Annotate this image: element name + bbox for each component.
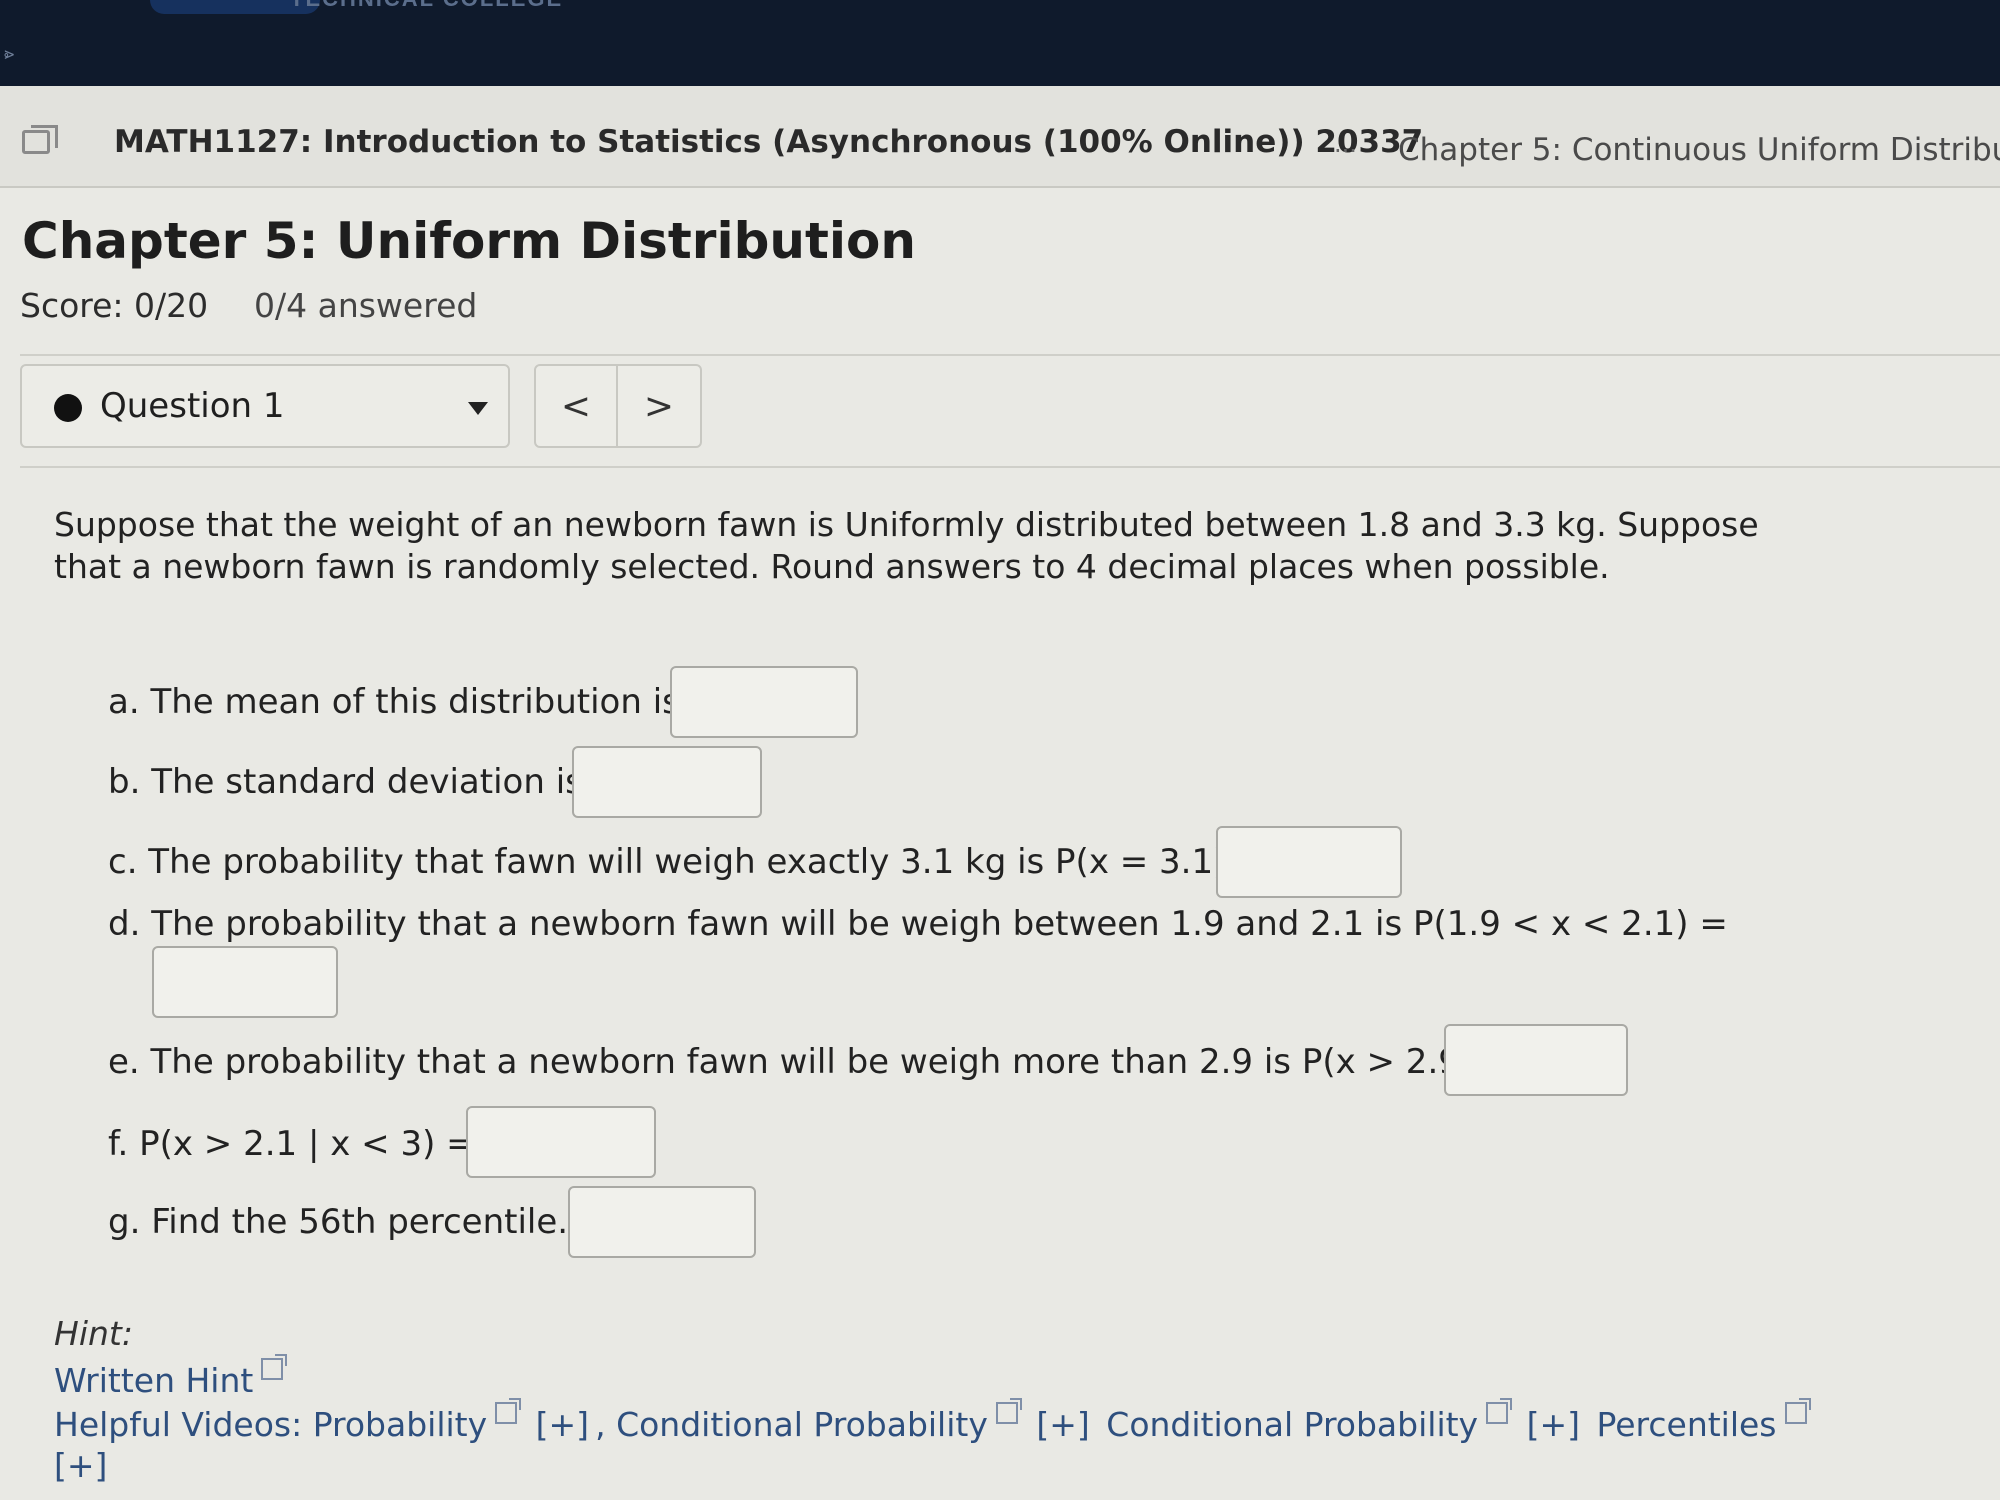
video-link-conditional-probability-2[interactable]: Conditional Probability: [1106, 1405, 1478, 1444]
caret-down-icon: [468, 402, 488, 415]
page-title: Chapter 5: Uniform Distribution: [22, 212, 916, 270]
answer-input-g[interactable]: [568, 1186, 756, 1258]
video-link-percentiles[interactable]: Percentiles: [1597, 1405, 1777, 1444]
comma: ,: [595, 1405, 606, 1444]
external-link-icon: [1486, 1398, 1513, 1424]
part-e-label: e. The probability that a newborn fawn w…: [108, 1042, 1513, 1082]
external-link-icon: [1784, 1398, 1811, 1424]
answer-input-e[interactable]: [1444, 1024, 1628, 1096]
answer-input-c[interactable]: [1216, 826, 1402, 898]
previous-question-button[interactable]: <: [534, 364, 618, 448]
written-hint-link[interactable]: Written Hint: [54, 1354, 288, 1400]
answered-count: 0/4 answered: [254, 286, 478, 325]
external-link-icon: [495, 1398, 522, 1424]
breadcrumb-ellipsis[interactable]: ...: [1334, 130, 1357, 158]
part-a-label: a. The mean of this distribution is: [108, 682, 680, 722]
expand-video-button[interactable]: [+]: [54, 1446, 107, 1485]
top-banner: TECHNICAL COLLEGE ⩺: [0, 0, 2000, 86]
part-c-label: c. The probability that fawn will weigh …: [108, 842, 1266, 882]
score-text: Score: 0/20: [20, 286, 209, 325]
helpful-videos-label: Helpful Videos:: [54, 1405, 303, 1444]
expand-video-button[interactable]: [+]: [536, 1405, 589, 1444]
next-question-button[interactable]: >: [618, 364, 702, 448]
answer-input-f[interactable]: [466, 1106, 656, 1178]
course-icon: [22, 125, 58, 154]
question-dropdown-label: Question 1: [100, 386, 285, 426]
external-link-icon: [995, 1398, 1022, 1424]
external-link-icon: [261, 1354, 288, 1380]
divider: [20, 466, 2000, 468]
video-link-conditional-probability[interactable]: Conditional Probability: [616, 1405, 988, 1444]
written-hint-text: Written Hint: [54, 1361, 254, 1400]
link-icon: ⩺: [4, 43, 15, 64]
part-f-label: f. P(x > 2.1 | x < 3) =: [108, 1124, 475, 1164]
expand-video-button[interactable]: [+]: [1527, 1405, 1580, 1444]
answer-input-b[interactable]: [572, 746, 762, 818]
breadcrumb-course-link[interactable]: MATH1127: Introduction to Statistics (As…: [114, 124, 1423, 160]
divider: [20, 354, 2000, 356]
part-b-label: b. The standard deviation is: [108, 762, 583, 802]
helpful-videos: Helpful Videos: Probability [+], Conditi…: [54, 1398, 1811, 1444]
hint-label: Hint:: [54, 1314, 133, 1353]
answer-input-a[interactable]: [670, 666, 858, 738]
answer-input-d[interactable]: [152, 946, 338, 1018]
part-d-label: d. The probability that a newborn fawn w…: [108, 904, 1728, 944]
question-status-dot-icon: [54, 394, 82, 422]
college-name: TECHNICAL COLLEGE: [290, 0, 563, 12]
expand-video-button[interactable]: [+]: [1036, 1405, 1089, 1444]
problem-statement: Suppose that the weight of an newborn fa…: [54, 505, 1759, 586]
breadcrumb-chapter-link[interactable]: Chapter 5: Continuous Uniform Distributi…: [1398, 132, 2000, 168]
video-link-probability[interactable]: Probability: [313, 1405, 487, 1444]
question-dropdown[interactable]: Question 1: [20, 364, 510, 448]
part-g-label: g. Find the 56th percentile.: [108, 1202, 569, 1242]
